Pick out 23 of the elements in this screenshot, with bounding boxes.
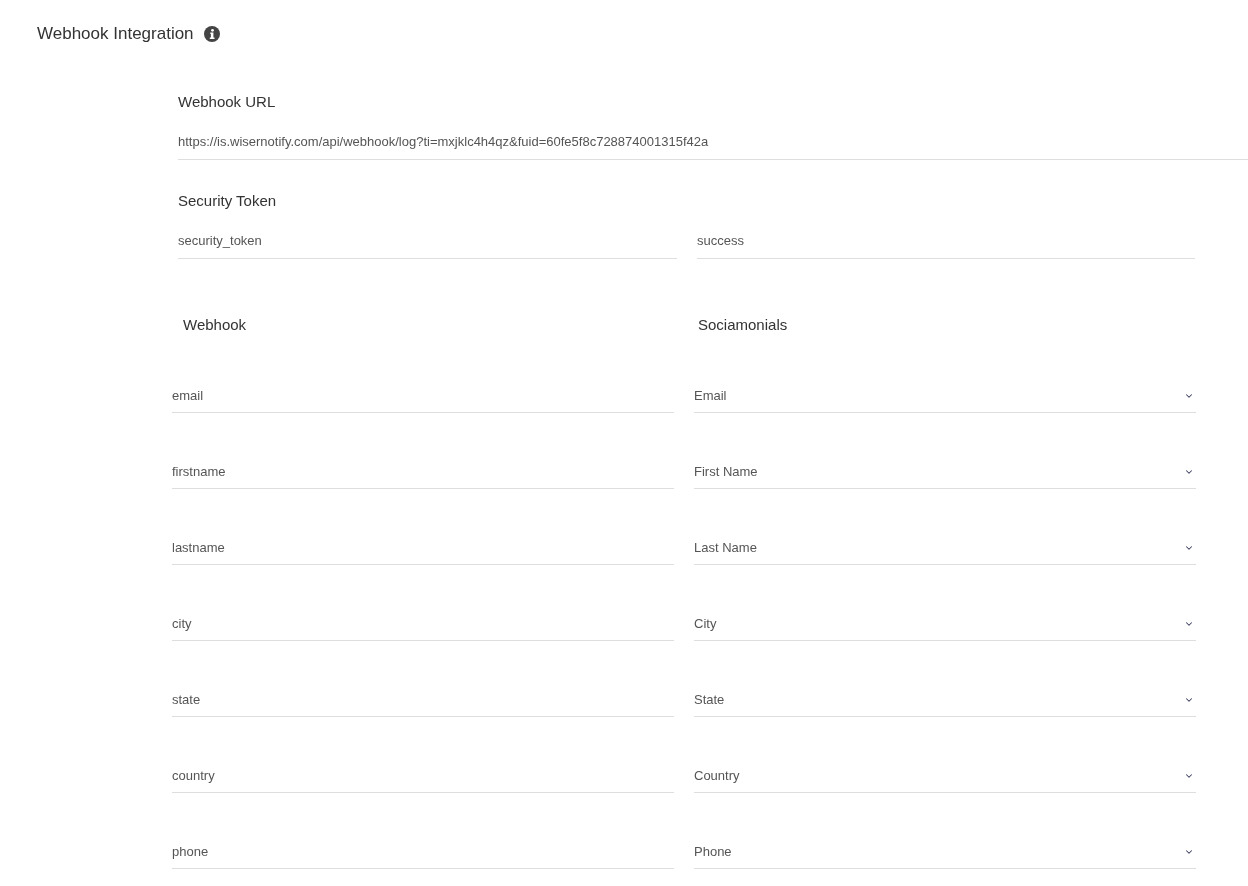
webhook-field-input[interactable]: state bbox=[172, 683, 674, 717]
webhook-field-input[interactable]: lastname bbox=[172, 531, 674, 565]
webhook-field-input[interactable]: country bbox=[172, 759, 674, 793]
field-label: Webhook URL bbox=[178, 92, 276, 112]
info-icon bbox=[203, 26, 220, 42]
field-select[interactable]: Email bbox=[694, 379, 1196, 413]
field-label: Security Token bbox=[178, 191, 277, 211]
column-heading: Webhook bbox=[183, 315, 247, 335]
field-select[interactable]: First Name bbox=[694, 455, 1196, 489]
webhook-field-input[interactable]: email bbox=[172, 379, 674, 413]
field-select[interactable]: City bbox=[694, 607, 1196, 641]
webhook-field-input[interactable]: firstname bbox=[172, 455, 674, 489]
field-select[interactable]: State bbox=[694, 683, 1196, 717]
token-key-field[interactable]: security_token bbox=[178, 223, 677, 259]
webhook-url-field[interactable]: https://is.wisernotify.com/api/webhook/log?ti=mxjklc4h4qz&fuid=60fe5f8c728874001315f42a bbox=[178, 124, 1248, 160]
webhook-field-input[interactable]: phone bbox=[172, 835, 674, 869]
token-value-field[interactable]: success bbox=[697, 223, 1195, 259]
section-title: Webhook Integration bbox=[37, 23, 194, 45]
field-select[interactable]: Country bbox=[694, 759, 1196, 793]
column-heading: Sociamonials bbox=[698, 315, 788, 335]
webhook-field-input[interactable]: city bbox=[172, 607, 674, 641]
field-select[interactable]: Last Name bbox=[694, 531, 1196, 565]
field-select[interactable]: Phone bbox=[694, 835, 1196, 869]
